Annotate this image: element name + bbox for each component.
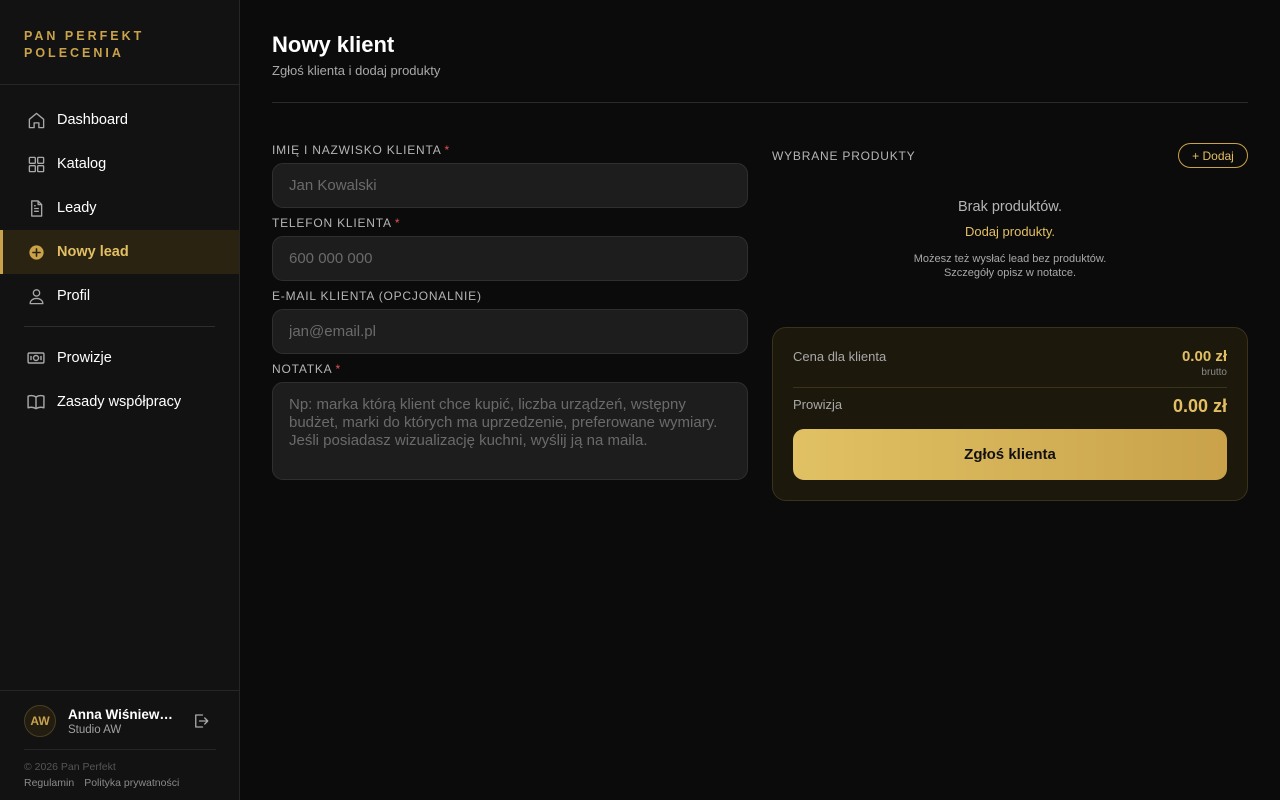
note-textarea[interactable] [272, 382, 748, 480]
header-divider [272, 102, 1248, 103]
avatar[interactable]: AW [24, 705, 56, 737]
nav-divider [24, 326, 215, 327]
user-panel: AW Anna Wiśniewska Studio AW © 2026 Pan … [0, 690, 239, 800]
summary-card: Cena dla klienta 0.00 zł brutto Prowizja… [772, 327, 1248, 501]
client-email-label: E-MAIL KLIENTA (OPCJONALNIE) [272, 289, 482, 303]
required-marker: * [335, 362, 341, 376]
commission-value: 0.00 zł [1172, 396, 1227, 416]
brand-logo[interactable]: PAN PERFEKT POLECENIA [24, 28, 144, 62]
user-icon [26, 286, 46, 306]
privacy-link[interactable]: Polityka prywatności [84, 777, 179, 789]
commission-label: Prowizja [793, 397, 843, 412]
logout-icon[interactable] [192, 712, 210, 730]
empty-products-note: Możesz też wysłać lead bez produktów. Sz… [772, 252, 1248, 280]
brand-line-1: PAN PERFEKT [24, 29, 145, 43]
client-phone-input[interactable] [272, 236, 748, 281]
price-gross-note: brutto [1201, 367, 1227, 378]
sidebar-item-prowizje[interactable]: Prowizje [0, 336, 239, 380]
empty-products-title: Brak produktów. [958, 199, 1062, 215]
selected-products-label: WYBRANE PRODUKTY [772, 149, 916, 163]
document-icon [26, 198, 46, 218]
sidebar-item-label: Prowizje [57, 350, 112, 366]
client-name-label: IMIĘ I NAZWISKO KLIENTA * [272, 143, 450, 157]
required-marker: * [444, 143, 451, 157]
sidebar-item-dashboard[interactable]: Dashboard [0, 98, 239, 142]
money-icon [26, 348, 46, 368]
required-marker: * [394, 216, 401, 230]
sidebar-item-label: Profil [57, 288, 91, 304]
client-email-label-text: E-MAIL KLIENTA (OPCJONALNIE) [272, 289, 482, 303]
client-price-value: 0.00 zł [1181, 348, 1227, 365]
copyright: © 2026 Pan Perfekt [24, 761, 116, 773]
empty-note-line-1: Możesz też wysłać lead bez produktów. [913, 253, 1107, 265]
user-company: Studio AW [68, 724, 122, 736]
sidebar-item-label: Zasady współpracy [57, 394, 182, 410]
sidebar-item-leady[interactable]: Leady [0, 186, 239, 230]
book-icon [26, 392, 46, 412]
sidebar-item-nowy-lead[interactable]: Nowy lead [0, 230, 239, 274]
client-phone-label: TELEFON KLIENTA * [272, 216, 400, 230]
grid-icon [26, 154, 46, 174]
sidebar-item-zasady[interactable]: Zasady współpracy [0, 380, 239, 424]
sidebar-item-katalog[interactable]: Katalog [0, 142, 239, 186]
sidebar: PAN PERFEKT POLECENIA Dashboard Katalog … [0, 0, 240, 800]
footer-links: Regulamin Polityka prywatności [24, 777, 179, 789]
client-email-input[interactable] [272, 309, 748, 354]
sidebar-item-label: Nowy lead [57, 244, 129, 260]
plus-circle-icon [26, 242, 46, 262]
note-label: NOTATKA * [272, 362, 341, 376]
client-name-input[interactable] [272, 163, 748, 208]
sidebar-item-profil[interactable]: Profil [0, 274, 239, 318]
sidebar-item-label: Katalog [57, 156, 107, 172]
client-phone-label-text: TELEFON KLIENTA [272, 216, 392, 230]
page-subtitle: Zgłoś klienta i dodaj produkty [272, 63, 441, 78]
brand-line-2: POLECENIA [24, 46, 124, 60]
client-name-label-text: IMIĘ I NAZWISKO KLIENTA [272, 143, 442, 157]
add-products-link[interactable]: Dodaj produkty. [772, 224, 1248, 239]
user-divider [24, 749, 216, 750]
sidebar-item-label: Dashboard [57, 112, 128, 128]
sidebar-item-label: Leady [57, 200, 97, 216]
empty-note-line-2: Szczegóły opisz w notatce. [943, 267, 1077, 279]
home-icon [26, 110, 46, 130]
brand-divider [0, 84, 239, 85]
add-product-button[interactable]: + Dodaj [1178, 143, 1248, 168]
terms-link[interactable]: Regulamin [24, 777, 74, 789]
note-label-text: NOTATKA [272, 362, 333, 376]
submit-client-button[interactable]: Zgłoś klienta [793, 429, 1227, 480]
page-title: Nowy klient [272, 32, 395, 57]
client-price-label: Cena dla klienta [793, 349, 887, 364]
user-name: Anna Wiśniewska [68, 707, 178, 722]
sidebar-nav: Dashboard Katalog Leady Nowy lead Profil [0, 98, 239, 424]
summary-divider [793, 387, 1227, 388]
